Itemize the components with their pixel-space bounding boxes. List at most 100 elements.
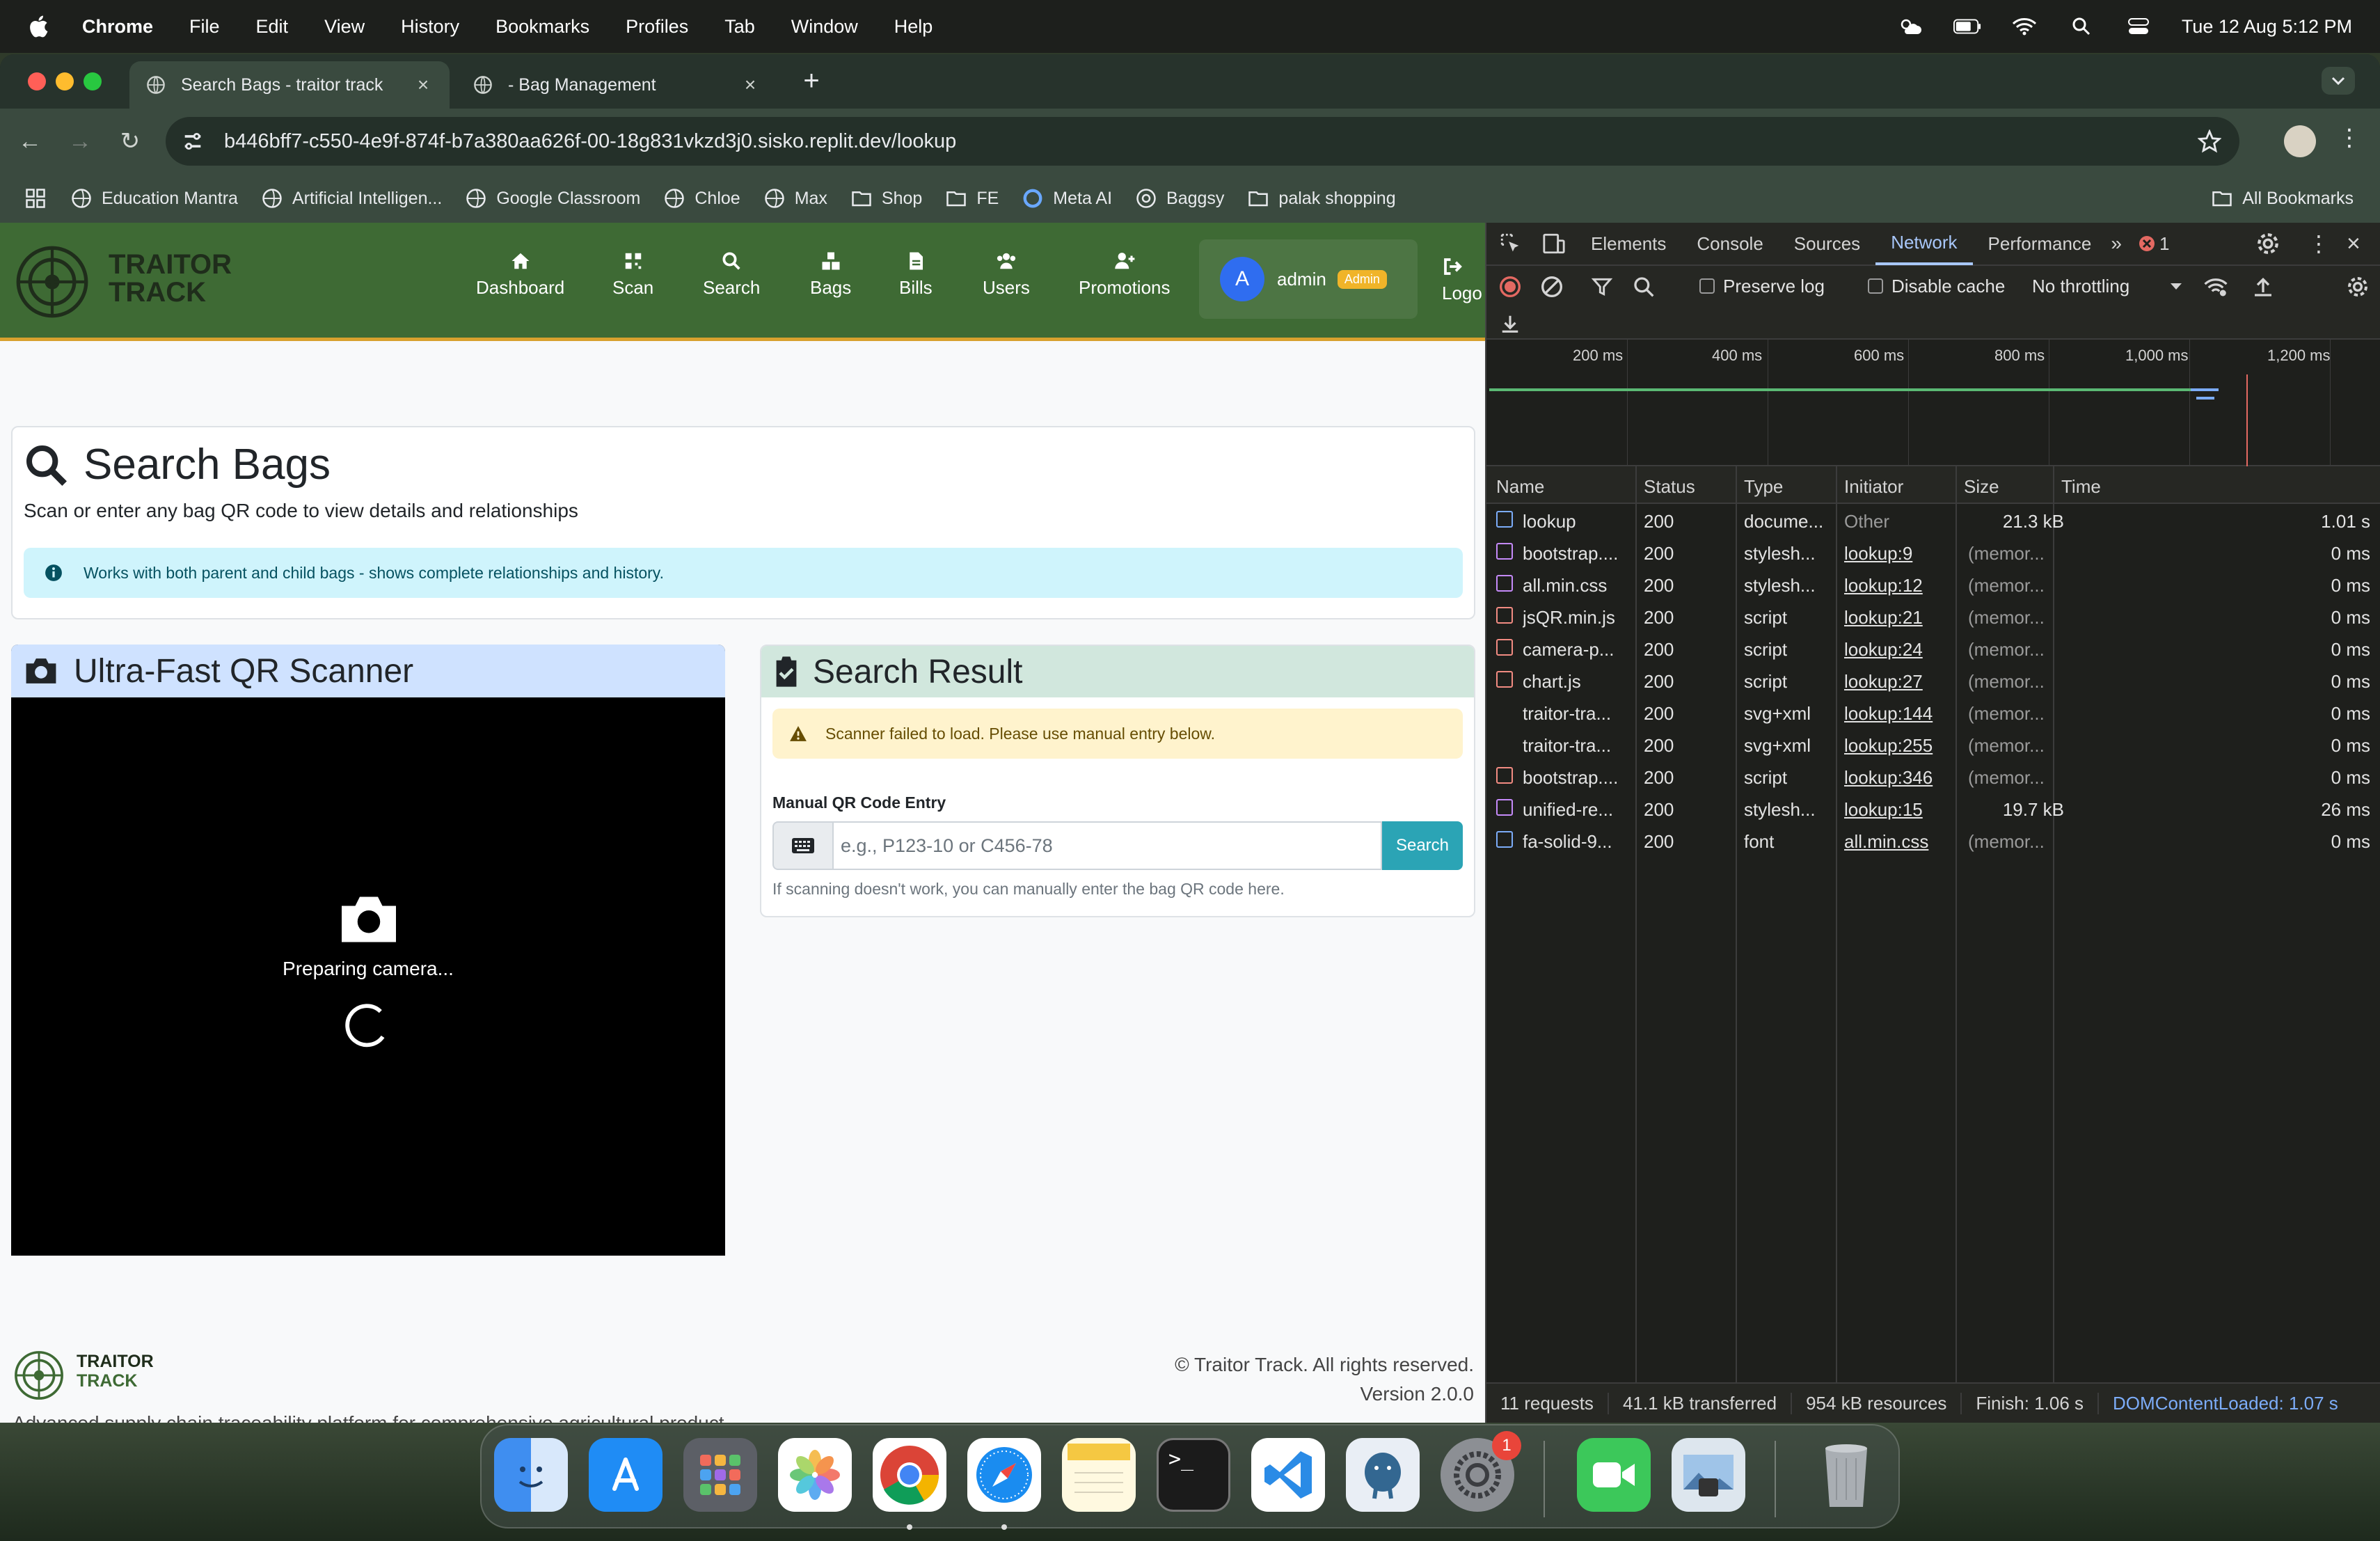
bookmark-star-icon[interactable] (2198, 129, 2221, 153)
settings-gear-icon[interactable] (2256, 232, 2280, 255)
nav-bills[interactable]: Bills (899, 251, 933, 299)
network-settings-icon[interactable] (2347, 276, 2369, 298)
nav-scan[interactable]: Scan (612, 251, 653, 299)
devtools-tab-performance[interactable]: Performance (1973, 222, 2107, 265)
menu-bookmarks[interactable]: Bookmarks (495, 16, 589, 38)
tab-bag-management[interactable]: - Bag Management × (457, 61, 777, 109)
request-initiator[interactable]: lookup:15 (1844, 799, 1955, 821)
network-request-row[interactable]: jsQR.min.js 200 script lookup:21 (memor... 0 … (1486, 601, 2380, 633)
tab-search-button[interactable] (2322, 67, 2355, 95)
bookmark-folder-fe[interactable]: FE (946, 188, 999, 209)
bookmark-folder-shop[interactable]: Shop (851, 188, 922, 209)
qr-code-input[interactable] (832, 821, 1382, 870)
url-text[interactable]: b446bff7-c550-4e9f-874f-b7a380aa626f-00-… (224, 130, 956, 153)
profile-avatar-icon[interactable] (2284, 125, 2316, 157)
column-type[interactable]: Type (1744, 476, 1783, 498)
brand-name[interactable]: TRAITOR TRACK (109, 251, 232, 306)
battery-icon[interactable] (1953, 16, 1981, 37)
disable-cache-checkbox[interactable] (1868, 278, 1883, 294)
devtools-tab-console[interactable]: Console (1681, 222, 1778, 265)
menu-view[interactable]: View (324, 16, 365, 38)
network-timeline[interactable]: 200 ms 400 ms 600 ms 800 ms 1,000 ms 1,2… (1486, 340, 2380, 466)
menu-edit[interactable]: Edit (256, 16, 289, 38)
throttling-select[interactable]: No throttling (2032, 276, 2129, 297)
import-har-icon[interactable] (2252, 276, 2274, 298)
apps-grid-icon[interactable] (25, 188, 46, 209)
more-tabs-icon[interactable]: » (2111, 232, 2122, 255)
back-arrow-icon[interactable]: ← (14, 125, 46, 157)
devtools-menu-icon[interactable]: ⋮ (2308, 230, 2330, 257)
export-har-icon[interactable] (1499, 313, 1521, 334)
terminal-icon[interactable]: >_ (1157, 1438, 1230, 1512)
nav-promotions[interactable]: Promotions (1079, 251, 1171, 299)
column-name[interactable]: Name (1496, 476, 1544, 498)
menu-profiles[interactable]: Profiles (626, 16, 688, 38)
bookmark-max[interactable]: Max (764, 188, 827, 209)
site-settings-icon[interactable] (181, 129, 205, 153)
network-request-row[interactable]: unified-re... 200 stylesh... lookup:15 19.7 … (1486, 793, 2380, 825)
notes-icon[interactable] (1062, 1438, 1136, 1512)
apple-icon[interactable] (28, 15, 49, 38)
request-initiator[interactable]: lookup:24 (1844, 639, 1955, 661)
menu-help[interactable]: Help (894, 16, 933, 38)
facetime-icon[interactable] (1577, 1438, 1651, 1512)
bookmark-chloe[interactable]: Chloe (664, 188, 740, 209)
menu-app-name[interactable]: Chrome (82, 16, 153, 38)
network-request-row[interactable]: traitor-tra... 200 svg+xml lookup:144 (memor… (1486, 697, 2380, 729)
network-request-row[interactable]: fa-solid-9... 200 font all.min.css (memor...… (1486, 825, 2380, 858)
column-status[interactable]: Status (1644, 476, 1695, 498)
reload-icon[interactable]: ↻ (114, 125, 146, 157)
minimize-window-button[interactable] (56, 72, 74, 90)
network-request-row[interactable]: camera-p... 200 script lookup:24 (memor... 0 … (1486, 633, 2380, 665)
bookmark-ai[interactable]: Artificial Intelligen... (262, 188, 442, 209)
devtools-tab-network[interactable]: Network (1875, 222, 1973, 265)
wifi-icon[interactable] (2010, 16, 2038, 37)
network-request-row[interactable]: chart.js 200 script lookup:27 (memor... 0 ms (1486, 665, 2380, 697)
close-window-button[interactable] (28, 72, 46, 90)
menu-file[interactable]: File (189, 16, 220, 38)
spotlight-icon[interactable] (2068, 16, 2095, 37)
column-time[interactable]: Time (2061, 476, 2101, 498)
network-request-row[interactable]: lookup 200 docume... Other 21.3 kB 1.01 s (1486, 505, 2380, 537)
photos-icon[interactable] (778, 1438, 852, 1512)
traitor-track-logo-icon[interactable] (15, 245, 89, 319)
record-icon[interactable] (1499, 276, 1521, 298)
request-initiator[interactable]: lookup:144 (1844, 703, 1955, 725)
column-initiator[interactable]: Initiator (1844, 476, 1903, 498)
inspect-element-icon[interactable] (1499, 232, 1523, 255)
preserve-log-checkbox[interactable] (1699, 278, 1715, 294)
launchpad-icon[interactable] (683, 1438, 757, 1512)
menubar-clock[interactable]: Tue 12 Aug 5:12 PM (2182, 16, 2352, 38)
finder-icon[interactable] (494, 1438, 568, 1512)
bookmark-meta-ai[interactable]: Meta AI (1022, 188, 1112, 209)
filter-icon[interactable] (1591, 276, 1613, 298)
network-conditions-icon[interactable] (2203, 276, 2228, 298)
address-bar[interactable]: b446bff7-c550-4e9f-874f-b7a380aa626f-00-… (166, 117, 2239, 166)
request-initiator[interactable]: lookup:255 (1844, 735, 1955, 757)
all-bookmarks-folder[interactable]: All Bookmarks (2212, 188, 2354, 209)
preview-icon[interactable] (1672, 1438, 1745, 1512)
vscode-icon[interactable] (1251, 1438, 1325, 1512)
devtools-tab-elements[interactable]: Elements (1576, 222, 1681, 265)
close-tab-icon[interactable]: × (413, 75, 433, 95)
close-devtools-icon[interactable]: × (2347, 230, 2361, 258)
network-request-row[interactable]: traitor-tra... 200 svg+xml lookup:255 (memor… (1486, 729, 2380, 761)
network-request-row[interactable]: bootstrap.... 200 stylesh... lookup:9 (memor… (1486, 537, 2380, 569)
search-icon[interactable] (1633, 276, 1655, 298)
network-request-row[interactable]: bootstrap.... 200 script lookup:346 (memor..… (1486, 761, 2380, 793)
close-tab-icon[interactable]: × (740, 75, 760, 95)
nav-bags[interactable]: Bags (810, 251, 851, 299)
bookmark-folder-palak-shopping[interactable]: palak shopping (1248, 188, 1396, 209)
devtools-tab-sources[interactable]: Sources (1779, 222, 1875, 265)
user-menu[interactable]: A admin Admin (1199, 239, 1418, 319)
bookmark-baggsy[interactable]: Baggsy (1136, 188, 1224, 209)
bookmark-education-mantra[interactable]: Education Mantra (71, 188, 238, 209)
search-button[interactable]: Search (1382, 821, 1463, 870)
request-initiator[interactable]: lookup:21 (1844, 607, 1955, 629)
request-initiator[interactable]: lookup:346 (1844, 767, 1955, 789)
request-initiator[interactable]: lookup:27 (1844, 671, 1955, 693)
request-initiator[interactable]: lookup:12 (1844, 575, 1955, 596)
trash-icon[interactable] (1809, 1438, 1883, 1512)
error-counter[interactable]: 1 (2139, 233, 2169, 255)
postgres-icon[interactable] (1346, 1438, 1420, 1512)
